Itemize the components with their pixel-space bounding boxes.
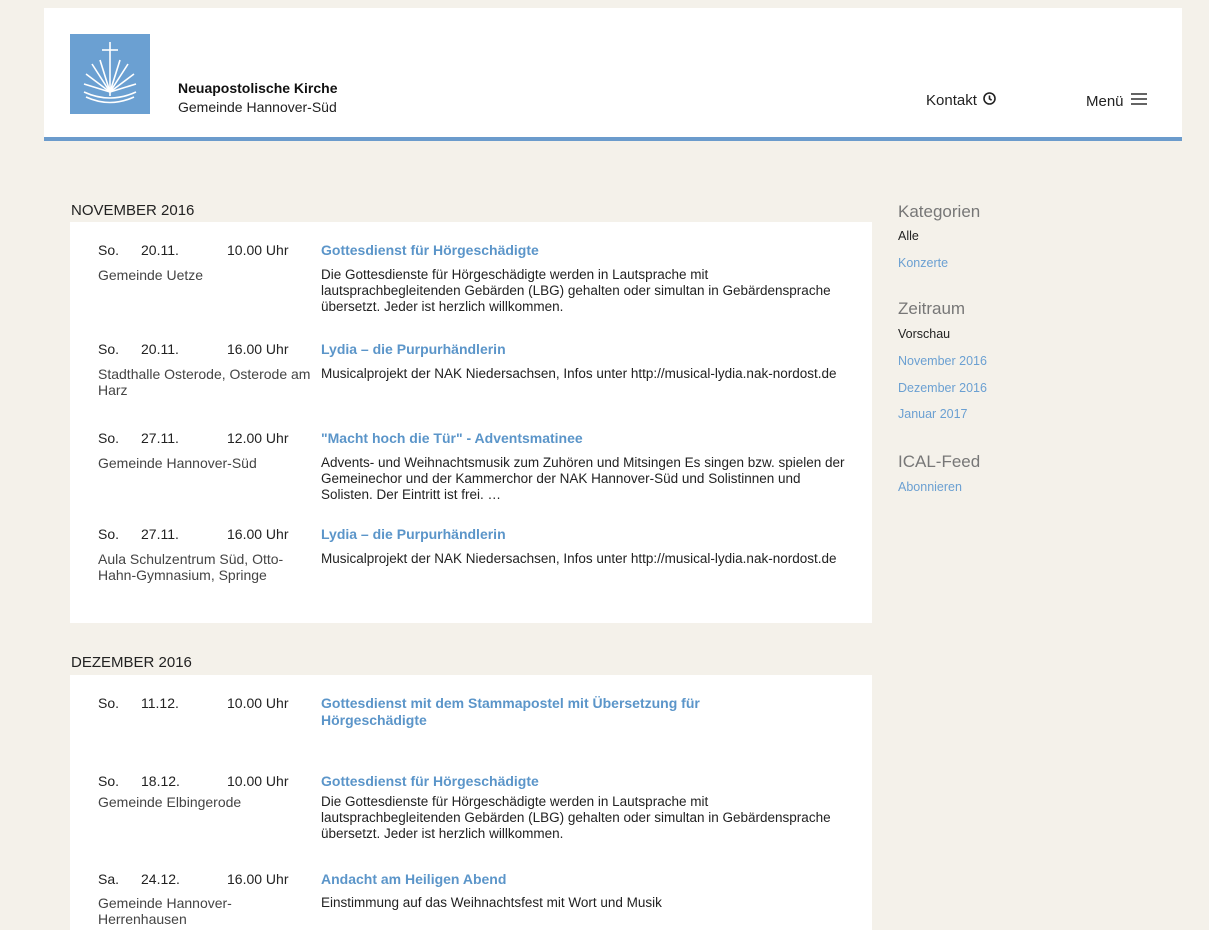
period-preview[interactable]: Vorschau (898, 327, 950, 341)
event-time: 10.00 Uhr (227, 242, 289, 258)
event-day: So. (98, 341, 120, 357)
events-list-november: So. 20.11. 10.00 Uhr Gottesdienst für Hö… (70, 222, 872, 623)
categories-heading: Kategorien (898, 202, 981, 221)
event-day: Sa. (98, 871, 120, 887)
event-location: Gemeinde Uetze (98, 267, 204, 283)
event-day: So. (98, 695, 120, 711)
period-january-2017[interactable]: Januar 2017 (898, 407, 968, 421)
event-title-link[interactable]: Andacht am Heiligen Abend (321, 871, 771, 888)
ical-subscribe-link[interactable]: Abonnieren (898, 480, 962, 494)
category-konzerte[interactable]: Konzerte (898, 256, 948, 270)
event-time: 10.00 Uhr (227, 773, 289, 789)
ical-heading: ICAL-Feed (898, 452, 981, 471)
event-title-link[interactable]: "Macht hoch die Tür" - Adventsmatinee (321, 430, 771, 447)
event-title-link[interactable]: Gottesdienst für Hörgeschädigte (321, 773, 771, 790)
event-description: Einstimmung auf das Weihnachtsfest mit W… (321, 895, 662, 910)
event-location: Stadthalle Osterode, Osterode am Harz (98, 366, 311, 398)
event-date: 20.11. (141, 341, 179, 357)
event-day: So. (98, 526, 120, 542)
event-day: So. (98, 242, 120, 258)
month-heading-november: NOVEMBER 2016 (71, 202, 195, 219)
period-heading: Zeitraum (898, 299, 966, 318)
event-date: 24.12. (141, 871, 180, 887)
event-day: So. (98, 430, 120, 446)
event-time: 12.00 Uhr (227, 430, 289, 446)
event-title-link[interactable]: Gottesdienst für Hörgeschädigte (321, 242, 771, 259)
event-location: Gemeinde Elbingerode (98, 794, 242, 810)
nak-cross-logo-icon[interactable] (70, 34, 150, 114)
event-time: 16.00 Uhr (227, 341, 289, 357)
event-location: Gemeinde Hannover-Süd (98, 455, 257, 471)
menu-label: Menü (1086, 92, 1124, 110)
event-date: 11.12. (141, 695, 179, 711)
category-all[interactable]: Alle (898, 229, 919, 243)
events-list-december: So. 11.12. 10.00 Uhr Gottesdienst mit de… (70, 675, 872, 930)
event-date: 18.12. (141, 773, 180, 789)
event-description: Musicalprojekt der NAK Niedersachsen, In… (321, 551, 837, 566)
site-header: Neuapostolische Kirche Gemeinde Hannover… (44, 8, 1182, 141)
month-heading-december: DEZEMBER 2016 (71, 654, 192, 671)
event-title-link[interactable]: Lydia – die Purpurhändlerin (321, 341, 771, 358)
brand-title[interactable]: Neuapostolische Kirche (178, 80, 338, 96)
event-time: 16.00 Uhr (227, 526, 289, 542)
event-title-link[interactable]: Gottesdienst mit dem Stammapostel mit Üb… (321, 695, 771, 729)
event-date: 27.11. (141, 430, 179, 446)
event-location: Aula Schulzentrum Süd, Otto-Hahn-Gymnasi… (98, 551, 284, 583)
event-description: Advents- und Weihnachtsmusik zum Zuhören… (321, 455, 845, 502)
brand-subtitle[interactable]: Gemeinde Hannover-Süd (178, 99, 337, 115)
event-time: 16.00 Uhr (227, 871, 289, 887)
contact-label: Kontakt (926, 92, 977, 109)
clock-icon (983, 92, 996, 109)
period-december-2016[interactable]: Dezember 2016 (898, 381, 987, 395)
event-time: 10.00 Uhr (227, 695, 289, 711)
page: Neuapostolische Kirche Gemeinde Hannover… (44, 8, 1182, 930)
event-day: So. (98, 773, 120, 789)
event-date: 20.11. (141, 242, 179, 258)
menu-button[interactable]: Menü (1086, 92, 1148, 110)
event-date: 27.11. (141, 526, 179, 542)
event-location: Gemeinde Hannover-Herrenhausen (98, 895, 232, 927)
period-november-2016[interactable]: November 2016 (898, 354, 987, 368)
hamburger-icon (1130, 92, 1148, 110)
contact-link[interactable]: Kontakt (926, 92, 996, 109)
event-description: Musicalprojekt der NAK Niedersachsen, In… (321, 366, 837, 381)
event-description: Die Gottesdienste für Hörgeschädigte wer… (321, 794, 831, 841)
event-title-link[interactable]: Lydia – die Purpurhändlerin (321, 526, 771, 543)
event-description: Die Gottesdienste für Hörgeschädigte wer… (321, 267, 831, 314)
